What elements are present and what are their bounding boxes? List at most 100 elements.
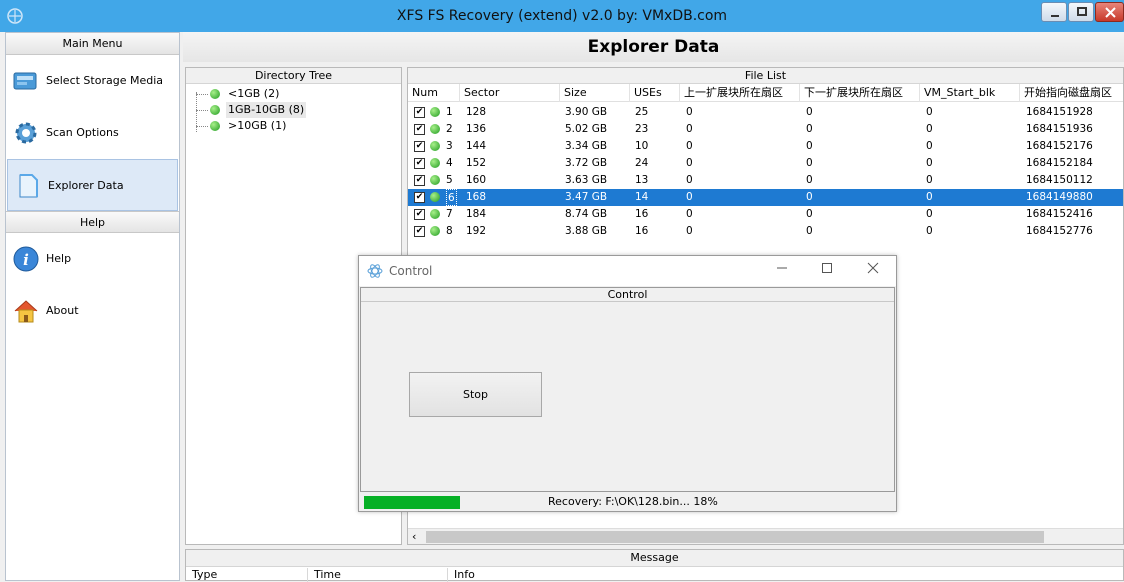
table-row[interactable]: ✔ 2 136 5.02 GB 23 0 0 0 1684151936 <box>408 121 1123 138</box>
status-dot-icon <box>430 141 440 151</box>
table-row[interactable]: ✔ 7 184 8.74 GB 16 0 0 0 1684152416 <box>408 206 1123 223</box>
close-button[interactable] <box>1095 2 1124 22</box>
cell-num: 1 <box>446 106 453 118</box>
table-row[interactable]: ✔ 1 128 3.90 GB 25 0 0 0 1684151928 <box>408 104 1123 121</box>
cell-vm-start-blk: 0 <box>926 140 933 152</box>
status-dot-icon <box>430 192 440 202</box>
row-checkbox[interactable]: ✔ <box>414 124 425 135</box>
table-row[interactable]: ✔ 3 144 3.34 GB 10 0 0 0 1684152176 <box>408 138 1123 155</box>
minimize-button[interactable] <box>1041 2 1067 22</box>
column-header[interactable]: Size <box>560 84 630 102</box>
tree-item[interactable]: 1GB-10GB (8) <box>186 102 401 118</box>
menu-item-label: Select Storage Media <box>46 74 164 87</box>
column-header[interactable]: Num <box>408 84 460 102</box>
menu-item-label: Help <box>46 252 72 265</box>
column-header[interactable]: Type <box>186 568 308 582</box>
cell-uses: 24 <box>635 157 649 169</box>
row-checkbox[interactable]: ✔ <box>414 158 425 169</box>
tree-connector <box>196 94 208 95</box>
menu-item-help[interactable]: i Help <box>6 233 179 285</box>
cell-next-sector: 0 <box>806 106 813 118</box>
tree-item[interactable]: <1GB (2) <box>186 86 401 102</box>
home-icon <box>14 300 38 323</box>
cell-uses: 13 <box>635 174 649 186</box>
progress-bar <box>364 496 460 509</box>
menu-item-scan-options[interactable]: Scan Options <box>6 107 179 159</box>
help-header: Help <box>6 211 179 233</box>
close-icon <box>867 262 879 274</box>
cell-size: 3.34 GB <box>565 140 608 152</box>
cell-next-sector: 0 <box>806 225 813 237</box>
cell-sector: 136 <box>466 123 487 135</box>
cell-num: 3 <box>446 140 453 152</box>
horizontal-scrollbar[interactable]: ‹ <box>408 528 1123 544</box>
menu-item-about[interactable]: About <box>6 285 179 337</box>
row-checkbox[interactable]: ✔ <box>414 141 425 152</box>
directory-tree-title: Directory Tree <box>186 68 401 84</box>
maximize-button[interactable] <box>1068 2 1094 22</box>
file-list-title: File List <box>408 68 1123 84</box>
column-header[interactable]: 下一扩展块所在扇区 <box>800 84 920 102</box>
stop-button[interactable]: Stop <box>409 372 542 417</box>
column-header[interactable]: Time <box>308 568 448 582</box>
row-checkbox[interactable]: ✔ <box>414 175 425 186</box>
column-header[interactable]: VM_Start_blk <box>920 84 1020 102</box>
cell-uses: 23 <box>635 123 649 135</box>
scroll-left-icon[interactable]: ‹ <box>412 530 416 543</box>
menu-item-label: Scan Options <box>46 126 119 139</box>
cell-prev-sector: 0 <box>686 225 693 237</box>
table-row[interactable]: ✔ 4 152 3.72 GB 24 0 0 0 1684152184 <box>408 155 1123 172</box>
tree-item-label: >10GB (1) <box>228 119 287 132</box>
column-header[interactable]: 开始指向磁盘扇区 <box>1020 84 1123 102</box>
table-row[interactable]: ✔ 6 168 3.47 GB 14 0 0 0 1684149880 <box>408 189 1123 206</box>
tree-item-label: <1GB (2) <box>228 87 280 100</box>
cell-next-sector: 0 <box>806 191 813 203</box>
tree-item[interactable]: >10GB (1) <box>186 118 401 134</box>
row-checkbox[interactable]: ✔ <box>414 192 425 203</box>
table-row[interactable]: ✔ 5 160 3.63 GB 13 0 0 0 1684150112 <box>408 172 1123 189</box>
cell-vm-start-blk: 0 <box>926 174 933 186</box>
status-dot-icon <box>430 226 440 236</box>
cell-num: 2 <box>446 123 453 135</box>
column-header[interactable]: 上一扩展块所在扇区 <box>680 84 800 102</box>
main-menu-header: Main Menu <box>6 33 179 55</box>
row-checkbox[interactable]: ✔ <box>414 209 425 220</box>
status-dot-icon <box>210 89 220 99</box>
cell-size: 3.47 GB <box>565 191 608 203</box>
minimize-icon <box>777 267 787 269</box>
cell-num: 5 <box>446 174 453 186</box>
status-dot-icon <box>210 105 220 115</box>
dialog-maximize-button[interactable] <box>817 261 837 279</box>
page-title: Explorer Data <box>183 32 1124 62</box>
cell-sector: 160 <box>466 174 487 186</box>
cell-num: 6 <box>446 189 457 206</box>
status-dot-icon <box>430 124 440 134</box>
scrollbar-thumb[interactable] <box>426 531 1044 543</box>
table-row[interactable]: ✔ 8 192 3.88 GB 16 0 0 0 1684152776 <box>408 223 1123 240</box>
column-header[interactable]: Sector <box>460 84 560 102</box>
dialog-title: Control <box>389 264 433 278</box>
row-checkbox[interactable]: ✔ <box>414 226 425 237</box>
cell-vm-start-blk: 0 <box>926 191 933 203</box>
svg-text:i: i <box>23 251 29 269</box>
window-title: XFS FS Recovery (extend) v2.0 by: VMxDB.… <box>396 8 728 24</box>
control-group-title: Control <box>361 288 894 302</box>
tree-item-label: 1GB-10GB (8) <box>226 102 307 118</box>
cell-start-sector: 1684152416 <box>1026 208 1093 220</box>
row-checkbox[interactable]: ✔ <box>414 107 425 118</box>
storage-icon <box>13 72 37 90</box>
cell-prev-sector: 0 <box>686 174 693 186</box>
menu-item-select-storage[interactable]: Select Storage Media <box>6 55 179 107</box>
menu-item-explorer-data[interactable]: Explorer Data <box>7 159 178 211</box>
cell-start-sector: 1684152176 <box>1026 140 1093 152</box>
cell-uses: 16 <box>635 225 649 237</box>
column-header[interactable]: USEs <box>630 84 680 102</box>
dialog-minimize-button[interactable] <box>772 261 792 279</box>
cell-num: 7 <box>446 208 453 220</box>
cell-sector: 168 <box>466 191 487 203</box>
column-header[interactable]: Info <box>448 568 648 582</box>
dialog-close-button[interactable] <box>863 261 883 279</box>
status-dot-icon <box>430 158 440 168</box>
cell-vm-start-blk: 0 <box>926 208 933 220</box>
cell-prev-sector: 0 <box>686 106 693 118</box>
